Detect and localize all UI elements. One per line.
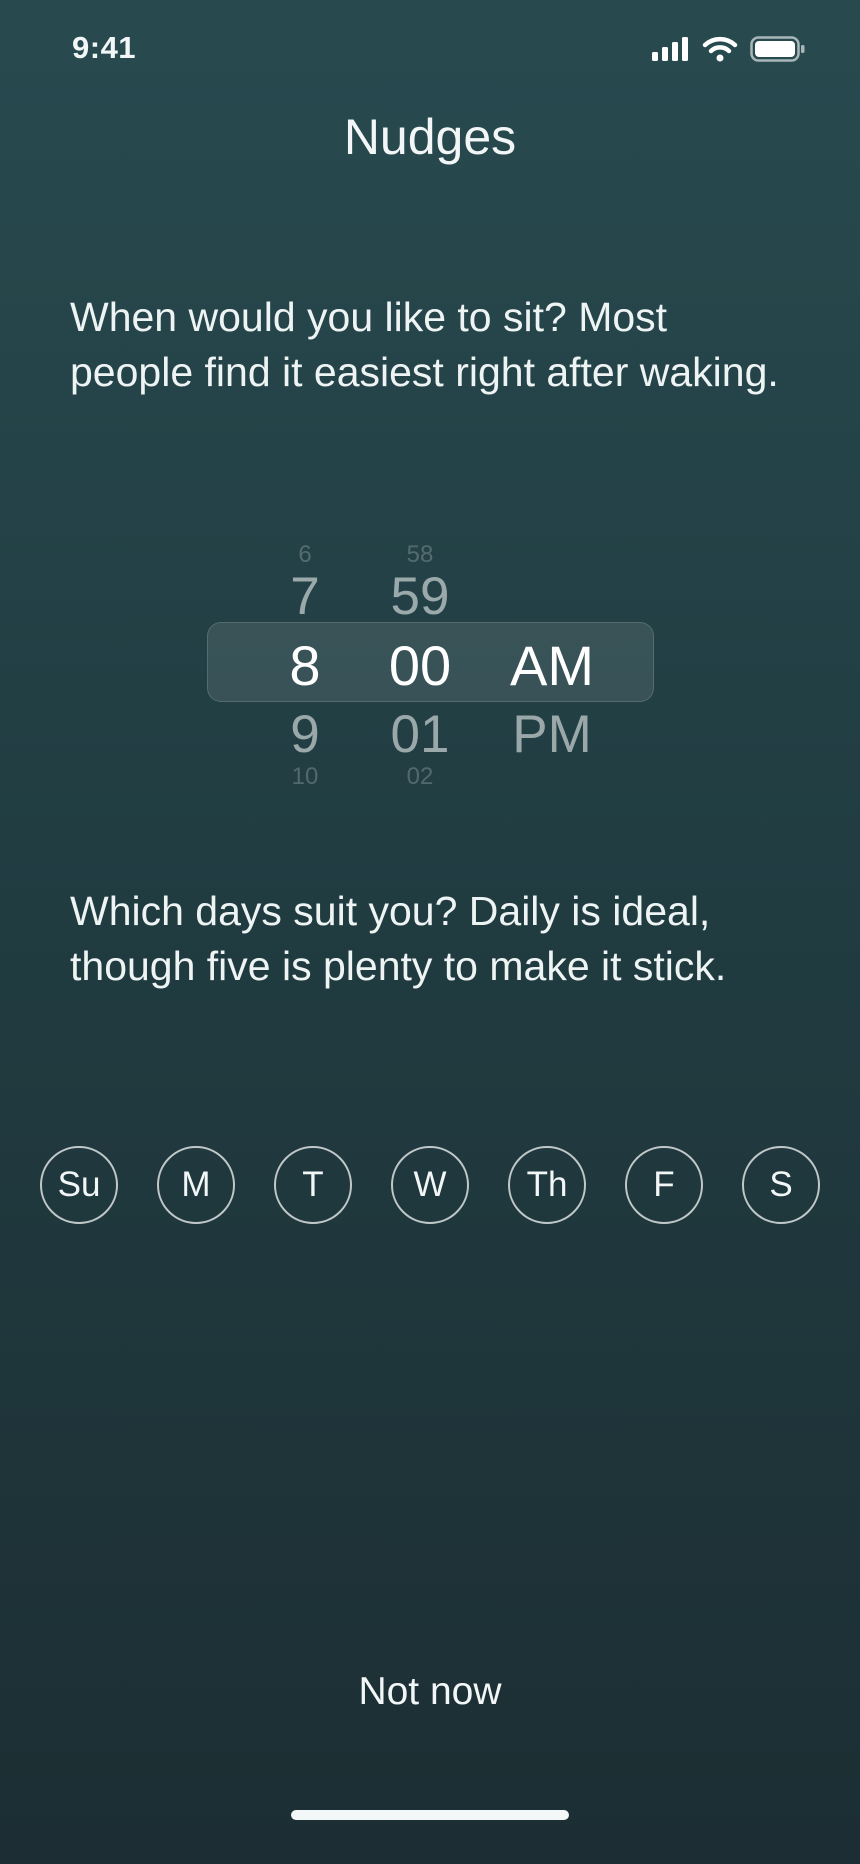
day-toggle-saturday[interactable]: S <box>742 1146 820 1224</box>
day-toggle-friday[interactable]: F <box>625 1146 703 1224</box>
not-now-button[interactable]: Not now <box>0 1670 860 1714</box>
day-toggle-wednesday[interactable]: W <box>391 1146 469 1224</box>
day-selector: Su M T W Th F S <box>40 1146 820 1224</box>
period-wheel[interactable]: AM PM <box>500 545 604 767</box>
hour-option[interactable]: 6 <box>298 545 311 565</box>
day-toggle-monday[interactable]: M <box>157 1146 235 1224</box>
minute-wheel[interactable]: 58 59 00 01 02 <box>370 545 470 787</box>
page-title: Nudges <box>343 109 517 165</box>
minute-option[interactable]: 59 <box>391 565 450 629</box>
day-toggle-sunday[interactable]: Su <box>40 1146 118 1224</box>
minute-option[interactable]: 58 <box>407 545 434 565</box>
home-indicator[interactable] <box>291 1810 569 1820</box>
minute-option[interactable]: 02 <box>407 767 434 787</box>
day-toggle-tuesday[interactable]: T <box>274 1146 352 1224</box>
minute-selected[interactable]: 00 <box>389 629 451 703</box>
status-time: 9:41 <box>72 30 137 65</box>
battery-icon <box>750 36 806 67</box>
days-prompt: Which days suit you? Daily is ideal, tho… <box>70 888 727 989</box>
time-prompt: When would you like to sit? Most people … <box>70 294 779 395</box>
day-toggle-thursday[interactable]: Th <box>508 1146 586 1224</box>
hour-option[interactable]: 7 <box>290 565 319 629</box>
hour-option[interactable]: 10 <box>292 767 319 787</box>
signal-icon <box>652 37 690 66</box>
status-icons <box>652 36 806 67</box>
hour-selected[interactable]: 8 <box>289 629 320 703</box>
period-option[interactable]: PM <box>512 703 592 767</box>
minute-option[interactable]: 01 <box>391 703 450 767</box>
hour-option[interactable]: 9 <box>290 703 319 767</box>
period-selected[interactable]: AM <box>510 629 594 703</box>
wifi-icon <box>702 36 738 67</box>
hour-wheel[interactable]: 6 7 8 9 10 <box>265 545 345 787</box>
